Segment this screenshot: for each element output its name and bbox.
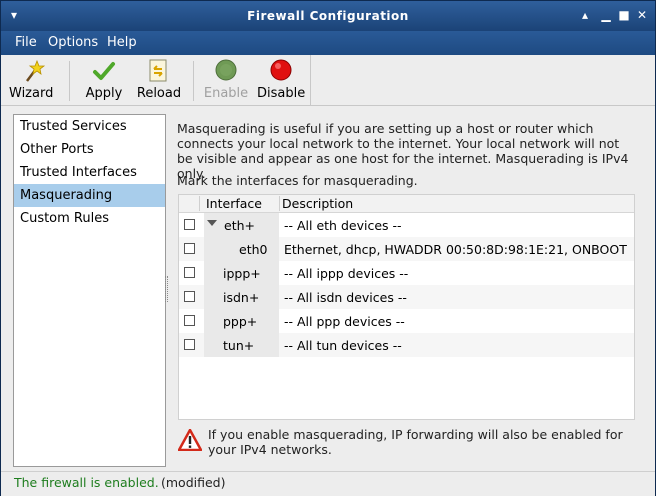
instruction-text: Mark the interfaces for masquerading. — [177, 173, 418, 188]
interface-name: eth+ — [224, 218, 255, 233]
wizard-label: Wizard — [9, 86, 54, 101]
menu-bar: File Options Help — [1, 31, 655, 55]
expander-down-icon[interactable] — [207, 220, 217, 226]
interface-description: -- All eth devices -- — [284, 218, 402, 233]
table-row[interactable]: ippp+ -- All ippp devices -- — [179, 261, 634, 285]
enable-button[interactable]: Enable — [203, 59, 249, 103]
toolbar-separator — [193, 61, 194, 101]
interface-cell: ippp+ — [204, 261, 279, 285]
column-header-description[interactable]: Description — [282, 196, 353, 211]
toolbar: Wizard Apply Reload Enable Disable — [1, 55, 655, 106]
row-checkbox[interactable] — [184, 315, 195, 326]
row-checkbox[interactable] — [184, 267, 195, 278]
interface-cell: eth0 — [204, 237, 279, 261]
interface-table: Interface Description eth+ -- All eth de… — [178, 194, 635, 420]
interface-cell: isdn+ — [204, 285, 279, 309]
interface-name: isdn+ — [223, 290, 260, 305]
interface-cell: tun+ — [204, 333, 279, 357]
shade-icon[interactable]: ▴ — [578, 8, 592, 22]
toolbar-separator — [69, 61, 70, 101]
row-checkbox[interactable] — [184, 339, 195, 350]
reload-label: Reload — [136, 86, 182, 101]
maximize-icon[interactable]: ■ — [617, 8, 631, 22]
reload-button[interactable]: Reload — [135, 59, 183, 103]
warning-triangle-icon — [178, 429, 202, 451]
column-divider — [279, 196, 280, 211]
menu-file[interactable]: File — [15, 35, 37, 50]
toolbar-separator — [310, 55, 311, 105]
interface-description: -- All isdn devices -- — [284, 290, 407, 305]
sidebar-item-masquerading[interactable]: Masquerading — [14, 184, 165, 207]
enable-green-icon — [215, 59, 237, 81]
sidebar-item-trusted-interfaces[interactable]: Trusted Interfaces — [14, 161, 165, 184]
disable-label: Disable — [257, 86, 306, 101]
status-bar: The firewall is enabled. (modified) — [1, 471, 655, 496]
sidebar-item-trusted-services[interactable]: Trusted Services — [14, 115, 165, 138]
interface-name: ppp+ — [223, 314, 258, 329]
minimize-icon[interactable]: ▁ — [599, 8, 613, 22]
table-row[interactable]: eth+ -- All eth devices -- — [179, 213, 634, 237]
interface-name: eth0 — [239, 242, 268, 257]
close-icon[interactable]: ✕ — [635, 8, 649, 22]
modified-indicator: (modified) — [161, 475, 226, 490]
disable-red-icon — [270, 59, 292, 81]
table-row[interactable]: eth0 Ethernet, dhcp, HWADDR 00:50:8D:98:… — [179, 237, 634, 261]
interface-description: Ethernet, dhcp, HWADDR 00:50:8D:98:1E:21… — [284, 242, 627, 257]
firewall-window: ▾ Firewall Configuration ▴ ▁ ■ ✕ File Op… — [0, 0, 656, 496]
column-divider — [199, 196, 200, 211]
title-bar[interactable]: ▾ Firewall Configuration ▴ ▁ ■ ✕ — [1, 1, 655, 31]
interface-description: -- All tun devices -- — [284, 338, 402, 353]
sidebar-item-other-ports[interactable]: Other Ports — [14, 138, 165, 161]
table-header: Interface Description — [179, 195, 634, 213]
checkmark-icon — [93, 62, 115, 80]
interface-name: ippp+ — [223, 266, 261, 281]
apply-button[interactable]: Apply — [83, 59, 125, 103]
firewall-status: The firewall is enabled. — [14, 475, 159, 490]
reload-document-icon — [149, 59, 167, 82]
interface-name: tun+ — [223, 338, 255, 353]
table-row[interactable]: ppp+ -- All ppp devices -- — [179, 309, 634, 333]
masquerading-description: Masquerading is useful if you are settin… — [177, 121, 629, 181]
warning-text: If you enable masquerading, IP forwardin… — [208, 427, 623, 457]
row-checkbox[interactable] — [184, 291, 195, 302]
table-row[interactable]: tun+ -- All tun devices -- — [179, 333, 634, 357]
menu-help[interactable]: Help — [107, 35, 137, 50]
sidebar-item-custom-rules[interactable]: Custom Rules — [14, 207, 165, 230]
interface-cell: eth+ — [204, 213, 279, 237]
interface-description: -- All ppp devices -- — [284, 314, 405, 329]
interface-description: -- All ippp devices -- — [284, 266, 409, 281]
window-title: Firewall Configuration — [247, 9, 409, 23]
row-checkbox[interactable] — [184, 243, 195, 254]
pane-splitter-handle[interactable] — [165, 276, 168, 302]
table-row[interactable]: isdn+ -- All isdn devices -- — [179, 285, 634, 309]
wizard-button[interactable]: Wizard — [9, 59, 53, 103]
column-header-interface[interactable]: Interface — [206, 196, 262, 211]
wizard-wand-icon — [26, 59, 45, 82]
menu-options[interactable]: Options — [48, 35, 98, 50]
apply-label: Apply — [85, 86, 123, 101]
disable-button[interactable]: Disable — [257, 59, 305, 103]
enable-label: Enable — [203, 86, 249, 101]
interface-cell: ppp+ — [204, 309, 279, 333]
category-list: Trusted Services Other Ports Trusted Int… — [13, 114, 166, 467]
row-checkbox[interactable] — [184, 219, 195, 230]
